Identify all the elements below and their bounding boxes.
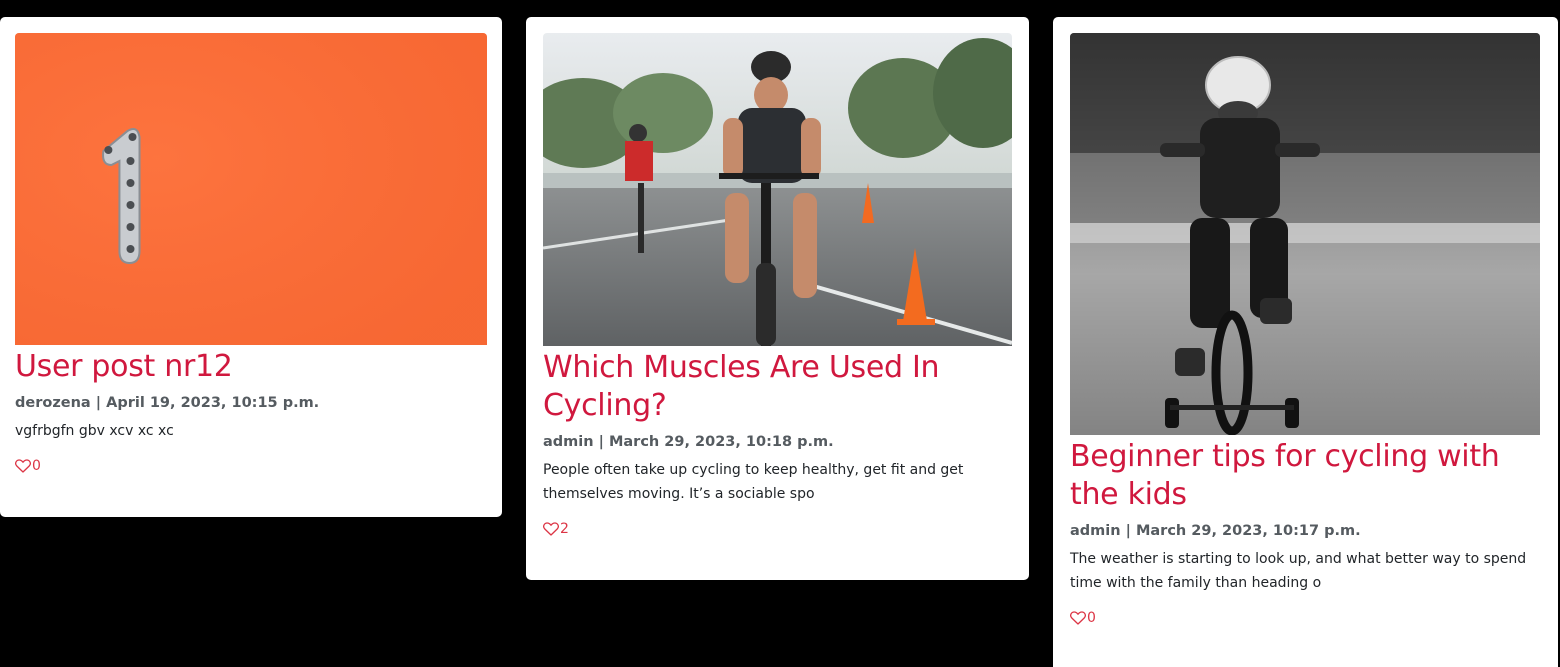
post-card[interactable]: Beginner tips for cycling with the kids …: [1053, 17, 1558, 667]
post-excerpt: vgfrbgfn gbv xcv xc xc: [15, 423, 174, 439]
post-excerpt: People often take up cycling to keep hea…: [543, 462, 964, 502]
post-title-link[interactable]: Beginner tips for cycling with the kids: [1070, 438, 1540, 514]
post-title-link[interactable]: Which Muscles Are Used In Cycling?: [543, 349, 1012, 425]
heart-outline-icon: [1070, 611, 1086, 625]
post-image-cyclist-race[interactable]: [543, 33, 1012, 346]
like-button[interactable]: 2: [543, 521, 1012, 537]
post-card[interactable]: User post nr12 derozena | April 19, 2023…: [0, 17, 502, 517]
like-count: 0: [1087, 610, 1096, 626]
post-excerpt: The weather is starting to look up, and …: [1070, 551, 1527, 591]
post-card[interactable]: Which Muscles Are Used In Cycling? admin…: [526, 17, 1029, 580]
post-author-date: derozena | April 19, 2023, 10:15 p.m.: [15, 395, 320, 411]
post-list-page: User post nr12 derozena | April 19, 2023…: [0, 0, 1560, 667]
heart-outline-icon: [15, 459, 31, 473]
like-button[interactable]: 0: [1070, 610, 1540, 626]
like-count: 2: [560, 521, 569, 537]
like-button[interactable]: 0: [15, 458, 487, 474]
post-image-chain-number-one[interactable]: [15, 33, 487, 345]
post-image-child-bike[interactable]: [1070, 33, 1540, 435]
heart-outline-icon: [543, 522, 559, 536]
like-count: 0: [32, 458, 41, 474]
post-author-date: admin | March 29, 2023, 10:17 p.m.: [1070, 523, 1361, 539]
post-title-link[interactable]: User post nr12: [15, 348, 487, 386]
post-author-date: admin | March 29, 2023, 10:18 p.m.: [543, 434, 834, 450]
